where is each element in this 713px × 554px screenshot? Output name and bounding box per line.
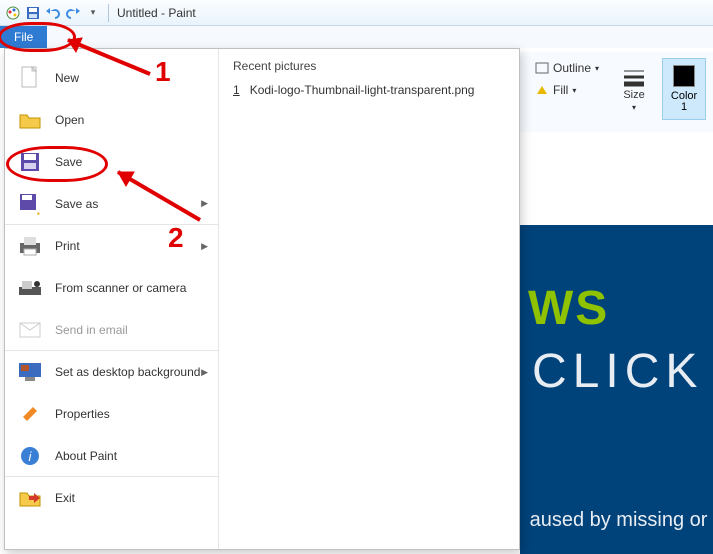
annotation-arrow-1 bbox=[50, 32, 160, 82]
menu-label: About Paint bbox=[55, 449, 117, 463]
fill-label: Fill bbox=[553, 83, 568, 97]
menu-item-properties[interactable]: Properties bbox=[5, 393, 218, 435]
menu-label: Print bbox=[55, 239, 80, 253]
banner-graphic: WS CLICK aused by missing or c bbox=[520, 225, 713, 554]
window-title: Untitled - Paint bbox=[115, 6, 196, 20]
save-as-icon bbox=[17, 191, 43, 217]
ribbon-fragment: Outline ▾ Fill ▾ Size ▾ Color 1 bbox=[520, 52, 713, 132]
menu-item-about[interactable]: i About Paint bbox=[5, 435, 218, 477]
menu-label: Save as bbox=[55, 197, 98, 211]
color-swatch bbox=[673, 65, 695, 87]
save-icon[interactable] bbox=[24, 4, 42, 22]
menu-item-exit[interactable]: Exit bbox=[5, 477, 218, 519]
size-label: Size bbox=[623, 89, 644, 101]
title-bar: ▾ Untitled - Paint bbox=[0, 0, 713, 26]
redo-icon[interactable] bbox=[64, 4, 82, 22]
annotation-arrow-2 bbox=[100, 160, 210, 240]
chevron-down-icon: ▾ bbox=[572, 86, 576, 95]
outline-button[interactable]: Outline ▾ bbox=[528, 58, 606, 78]
menu-item-scanner[interactable]: From scanner or camera bbox=[5, 267, 218, 309]
submenu-arrow-icon: ▶ bbox=[201, 241, 208, 252]
annotation-circle-save bbox=[6, 146, 108, 182]
info-icon: i bbox=[17, 443, 43, 469]
open-icon bbox=[17, 107, 43, 133]
recent-title: Recent pictures bbox=[233, 59, 505, 73]
desktop-icon bbox=[17, 359, 43, 385]
recent-item[interactable]: 1 Kodi-logo-Thumbnail-light-transparent.… bbox=[233, 83, 505, 97]
recent-panel: Recent pictures 1 Kodi-logo-Thumbnail-li… bbox=[219, 49, 519, 549]
menu-item-open[interactable]: Open bbox=[5, 99, 218, 141]
size-button[interactable]: Size ▾ bbox=[612, 58, 656, 120]
color1-button[interactable]: Color 1 bbox=[662, 58, 706, 120]
undo-icon[interactable] bbox=[44, 4, 62, 22]
exit-icon bbox=[17, 485, 43, 511]
paint-app-icon bbox=[4, 4, 22, 22]
menu-label: Exit bbox=[55, 491, 75, 505]
recent-item-name: Kodi-logo-Thumbnail-light-transparent.pn… bbox=[250, 83, 475, 97]
print-icon bbox=[17, 233, 43, 259]
file-menu-items: New Open Save Save as ▶ Print ▶ From sca… bbox=[5, 49, 219, 549]
title-divider bbox=[108, 4, 109, 22]
menu-item-desktop-bg[interactable]: Set as desktop background ▶ bbox=[5, 351, 218, 393]
menu-label: From scanner or camera bbox=[55, 281, 186, 295]
menu-label: Properties bbox=[55, 407, 110, 421]
banner-text-missing: aused by missing or c bbox=[530, 509, 713, 532]
chevron-down-icon: ▾ bbox=[595, 64, 599, 73]
menu-item-send-email: Send in email bbox=[5, 309, 218, 351]
new-icon bbox=[17, 65, 43, 91]
menu-label: Open bbox=[55, 113, 84, 127]
outline-icon bbox=[535, 62, 549, 74]
banner-text-click: CLICK bbox=[532, 344, 713, 399]
menu-label: Set as desktop background bbox=[55, 365, 200, 379]
properties-icon bbox=[17, 401, 43, 427]
scanner-icon bbox=[17, 275, 43, 301]
fill-button[interactable]: Fill ▾ bbox=[528, 80, 606, 100]
menu-label: Send in email bbox=[55, 323, 128, 337]
outline-label: Outline bbox=[553, 61, 591, 75]
submenu-arrow-icon: ▶ bbox=[201, 367, 208, 378]
chevron-down-icon: ▾ bbox=[632, 103, 636, 112]
quick-access-toolbar: ▾ bbox=[0, 4, 102, 22]
recent-item-number: 1 bbox=[233, 83, 240, 97]
color1-label: Color 1 bbox=[671, 91, 697, 113]
email-icon bbox=[17, 317, 43, 343]
customize-qat-icon[interactable]: ▾ bbox=[84, 4, 102, 22]
fill-icon bbox=[535, 84, 549, 96]
banner-text-ws: WS bbox=[528, 281, 713, 336]
file-menu: New Open Save Save as ▶ Print ▶ From sca… bbox=[4, 48, 520, 550]
size-icon bbox=[622, 67, 646, 87]
